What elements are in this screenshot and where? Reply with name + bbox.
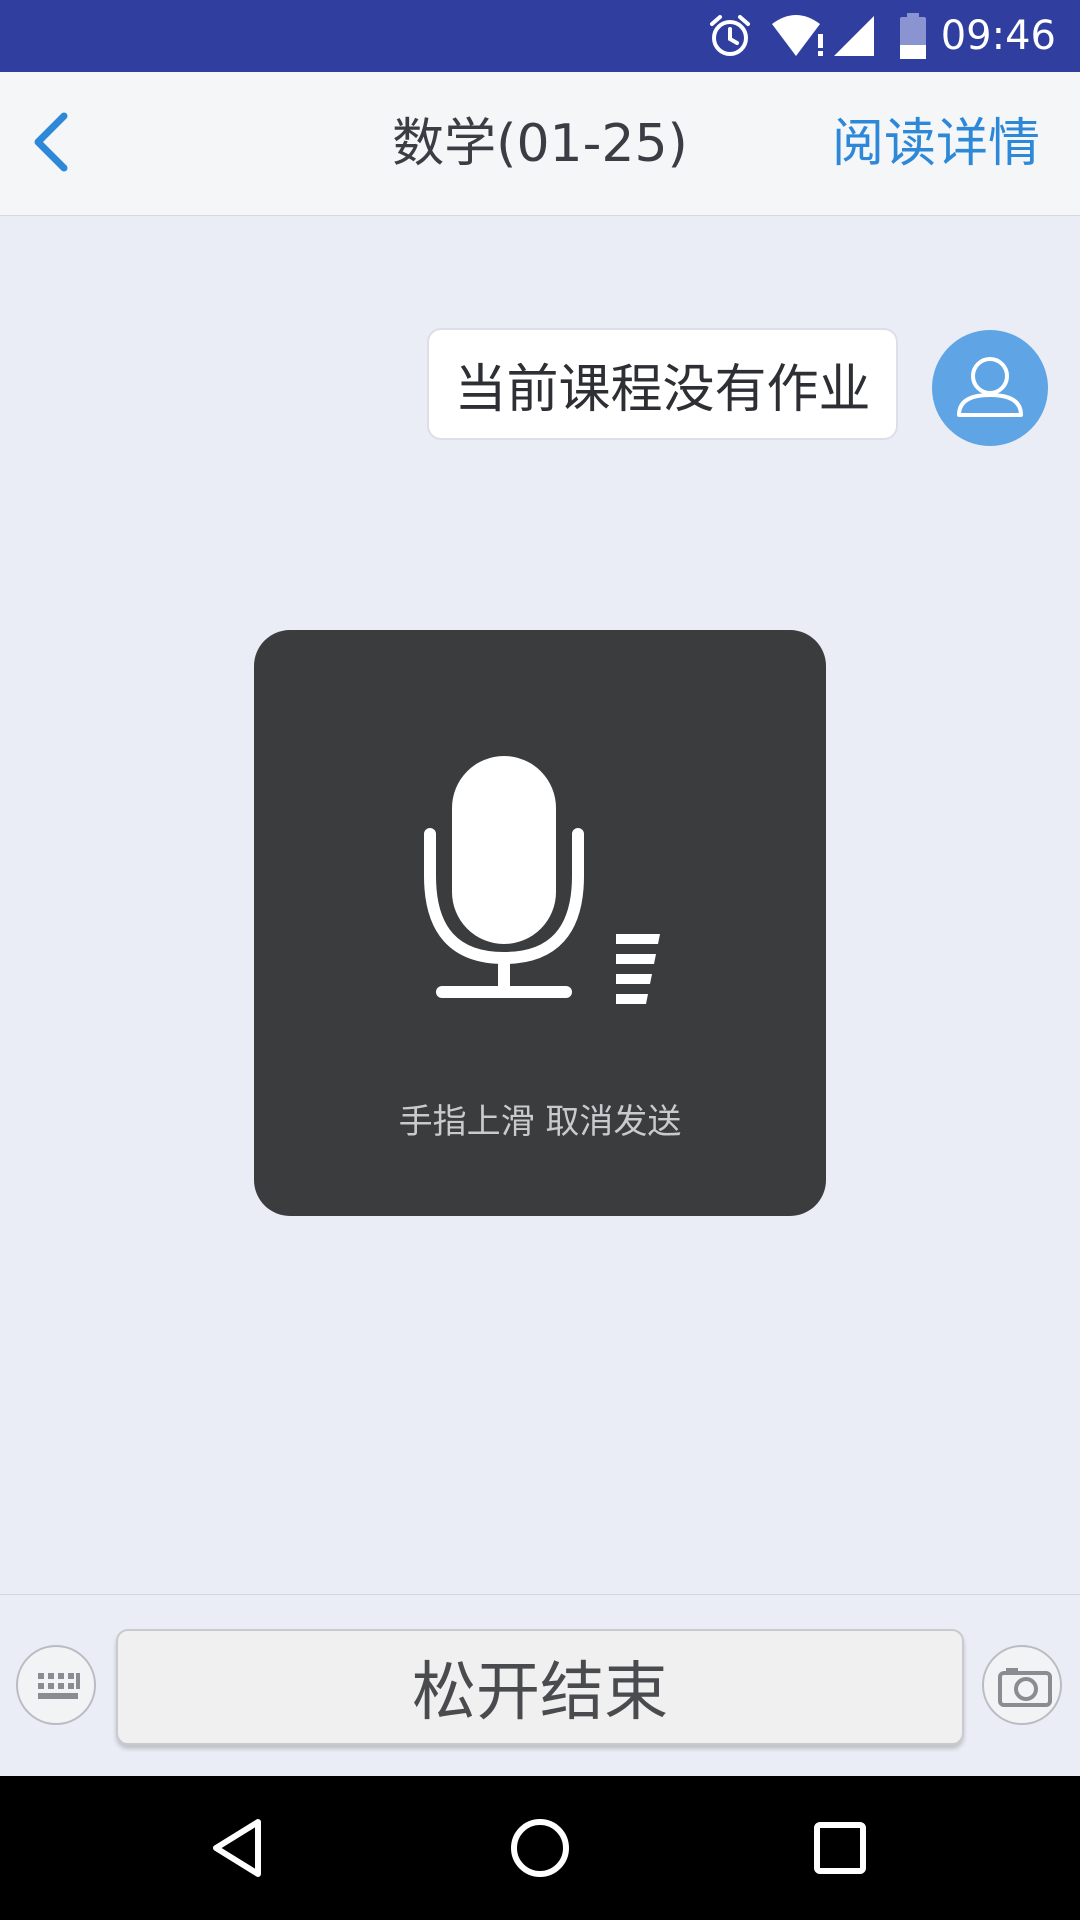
user-icon (957, 357, 1023, 417)
camera-button[interactable] (982, 1645, 1062, 1725)
status-bar: 09:46 (0, 0, 1080, 72)
keyboard-icon (38, 1673, 80, 1699)
clock: 09:46 (940, 13, 1056, 59)
navigation-bar (0, 1776, 1080, 1920)
home-circle-icon[interactable] (506, 1814, 574, 1882)
wifi-alert-icon (772, 15, 823, 56)
camera-icon (998, 1668, 1052, 1707)
volume-level-icon (616, 934, 660, 1004)
message-bubble[interactable]: 当前课程没有作业 (427, 328, 898, 440)
avatar[interactable] (932, 330, 1048, 446)
back-triangle-icon[interactable] (206, 1814, 274, 1882)
header: 数学(01-25) 阅读详情 (0, 72, 1080, 216)
recording-overlay: 手指上滑 取消发送 (254, 630, 826, 1216)
battery-icon (900, 13, 926, 59)
recents-square-icon[interactable] (806, 1814, 874, 1882)
microphone-icon (424, 756, 584, 998)
cancel-hint: 手指上滑 取消发送 (398, 1102, 682, 1142)
keyboard-toggle-button[interactable] (16, 1645, 96, 1725)
alarm-icon (710, 15, 750, 56)
input-bar: 松开结束 (0, 1594, 1080, 1777)
hold-to-talk-button[interactable]: 松开结束 (116, 1629, 964, 1745)
read-detail-link[interactable]: 阅读详情 (832, 112, 1040, 176)
signal-icon (834, 16, 874, 56)
